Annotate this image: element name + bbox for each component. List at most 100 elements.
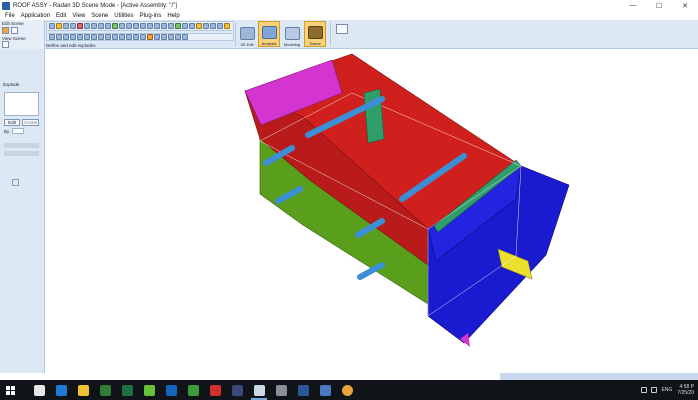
status-strip bbox=[500, 373, 698, 380]
open-icon[interactable] bbox=[56, 23, 62, 29]
taskbar-app-chrome[interactable] bbox=[336, 380, 358, 400]
scene-button[interactable]: Scene bbox=[304, 21, 326, 47]
view-iso-icon[interactable] bbox=[168, 23, 174, 29]
menu-application[interactable]: Application bbox=[18, 13, 53, 19]
taskbar-app-task-view[interactable] bbox=[28, 380, 50, 400]
layer-icon[interactable] bbox=[217, 23, 223, 29]
explode-list-icon[interactable] bbox=[126, 34, 132, 40]
save-icon[interactable] bbox=[63, 23, 69, 29]
measure-icon[interactable] bbox=[203, 23, 209, 29]
taskbar-app-media[interactable] bbox=[226, 380, 248, 400]
taskbar-app-photos[interactable] bbox=[270, 380, 292, 400]
explode-list[interactable] bbox=[4, 92, 39, 116]
print-icon[interactable] bbox=[70, 23, 76, 29]
hidden-line-icon[interactable] bbox=[189, 23, 195, 29]
menu-edit[interactable]: Edit bbox=[53, 13, 69, 19]
taskbar-app-excel-x[interactable] bbox=[94, 380, 116, 400]
modeling-button[interactable]: Modeling bbox=[281, 21, 303, 47]
menu-help[interactable]: Help bbox=[164, 13, 182, 19]
taskbar-app-word[interactable] bbox=[292, 380, 314, 400]
pointer-icon[interactable] bbox=[12, 179, 19, 186]
explode-copy-icon[interactable] bbox=[119, 34, 125, 40]
copy-icon[interactable] bbox=[84, 23, 90, 29]
taskbar-app-green[interactable] bbox=[138, 380, 160, 400]
explode-hide-icon[interactable] bbox=[140, 34, 146, 40]
3d-viewport[interactable] bbox=[46, 49, 698, 373]
scene-label: Scene bbox=[309, 41, 321, 46]
view-side-icon[interactable] bbox=[161, 23, 167, 29]
arrow-down-icon[interactable] bbox=[56, 34, 62, 40]
menu-utilities[interactable]: Utilities bbox=[111, 13, 136, 19]
step-back-icon[interactable] bbox=[77, 34, 83, 40]
taskbar-app-blue[interactable] bbox=[314, 380, 336, 400]
rotate-icon[interactable] bbox=[119, 23, 125, 29]
language-indicator[interactable]: ENG bbox=[661, 387, 672, 393]
edit-explode-button[interactable]: Edit bbox=[4, 119, 20, 126]
explode-pen-icon[interactable] bbox=[182, 34, 188, 40]
explode-edit-icon[interactable] bbox=[112, 34, 118, 40]
network-icon[interactable] bbox=[641, 387, 648, 393]
taskbar-app-outlook[interactable] bbox=[160, 380, 182, 400]
maximize-button[interactable]: ☐ bbox=[646, 0, 672, 11]
menu-view[interactable]: View bbox=[69, 13, 88, 19]
analysis-button[interactable]: Analysis bbox=[258, 21, 280, 47]
view-scene-icon[interactable] bbox=[2, 41, 9, 48]
taskbar-app-green-e[interactable] bbox=[182, 380, 204, 400]
arrow-up-icon[interactable] bbox=[49, 34, 55, 40]
explode-slider[interactable] bbox=[4, 143, 39, 148]
explode-view-icon[interactable] bbox=[133, 34, 139, 40]
taskbar-app-radan[interactable] bbox=[248, 380, 270, 400]
section-icon[interactable] bbox=[210, 23, 216, 29]
modeling-label: Modeling bbox=[283, 42, 301, 47]
folder-icon[interactable] bbox=[224, 23, 230, 29]
wireframe-icon[interactable] bbox=[182, 23, 188, 29]
start-button[interactable] bbox=[0, 380, 20, 400]
cut-icon[interactable] bbox=[77, 23, 83, 29]
explode-active-icon[interactable] bbox=[147, 34, 153, 40]
menu-file[interactable]: File bbox=[2, 13, 18, 19]
volume-icon[interactable] bbox=[651, 387, 658, 393]
menu-plugins[interactable]: Plug-ins bbox=[137, 13, 165, 19]
arrow-left-icon[interactable] bbox=[63, 34, 69, 40]
zoom-icon[interactable] bbox=[126, 23, 132, 29]
explode-anim-icon[interactable] bbox=[168, 34, 174, 40]
modeling-icon bbox=[284, 27, 300, 40]
view-top-icon[interactable] bbox=[154, 23, 160, 29]
step-forward-icon[interactable] bbox=[84, 34, 90, 40]
create-explode-button[interactable]: Create bbox=[22, 119, 39, 126]
minimize-button[interactable]: — bbox=[620, 0, 646, 11]
reset-icon[interactable] bbox=[91, 34, 97, 40]
arrow-right-icon[interactable] bbox=[70, 34, 76, 40]
taskbar-app-explorer[interactable] bbox=[72, 380, 94, 400]
clock[interactable]: 4:58 P 7/25/20 bbox=[677, 384, 694, 396]
select-icon[interactable] bbox=[11, 27, 18, 34]
paste-icon[interactable] bbox=[91, 23, 97, 29]
explode-title: Explode bbox=[3, 82, 20, 87]
assembly-model[interactable] bbox=[46, 49, 698, 373]
move-icon[interactable] bbox=[112, 23, 118, 29]
pan-icon[interactable] bbox=[133, 23, 139, 29]
highlight-icon[interactable] bbox=[196, 23, 202, 29]
menu-scene[interactable]: Scene bbox=[88, 13, 111, 19]
edit-scene-icon[interactable] bbox=[2, 27, 9, 34]
taskbar-app-excel[interactable] bbox=[116, 380, 138, 400]
shade-icon[interactable] bbox=[175, 23, 181, 29]
extra-tool-icon[interactable] bbox=[336, 24, 348, 34]
explode-settings-icon[interactable] bbox=[175, 34, 181, 40]
analysis-icon bbox=[261, 26, 277, 39]
new-icon[interactable] bbox=[49, 23, 55, 29]
explode-path-icon[interactable] bbox=[154, 34, 160, 40]
close-button[interactable]: ✕ bbox=[672, 0, 698, 11]
taskbar-app-acrobat[interactable] bbox=[204, 380, 226, 400]
explode-add-icon[interactable] bbox=[98, 34, 104, 40]
redo-icon[interactable] bbox=[105, 23, 111, 29]
explode-axis-icon[interactable] bbox=[161, 34, 167, 40]
taskbar-app-edge[interactable] bbox=[50, 380, 72, 400]
fit-icon[interactable] bbox=[140, 23, 146, 29]
task-view-icon bbox=[33, 384, 45, 396]
view-front-icon[interactable] bbox=[147, 23, 153, 29]
undo-icon[interactable] bbox=[98, 23, 104, 29]
edit-3d-button[interactable]: 3D Edit bbox=[236, 21, 258, 47]
explode-remove-icon[interactable] bbox=[105, 34, 111, 40]
by-input[interactable] bbox=[12, 128, 24, 134]
